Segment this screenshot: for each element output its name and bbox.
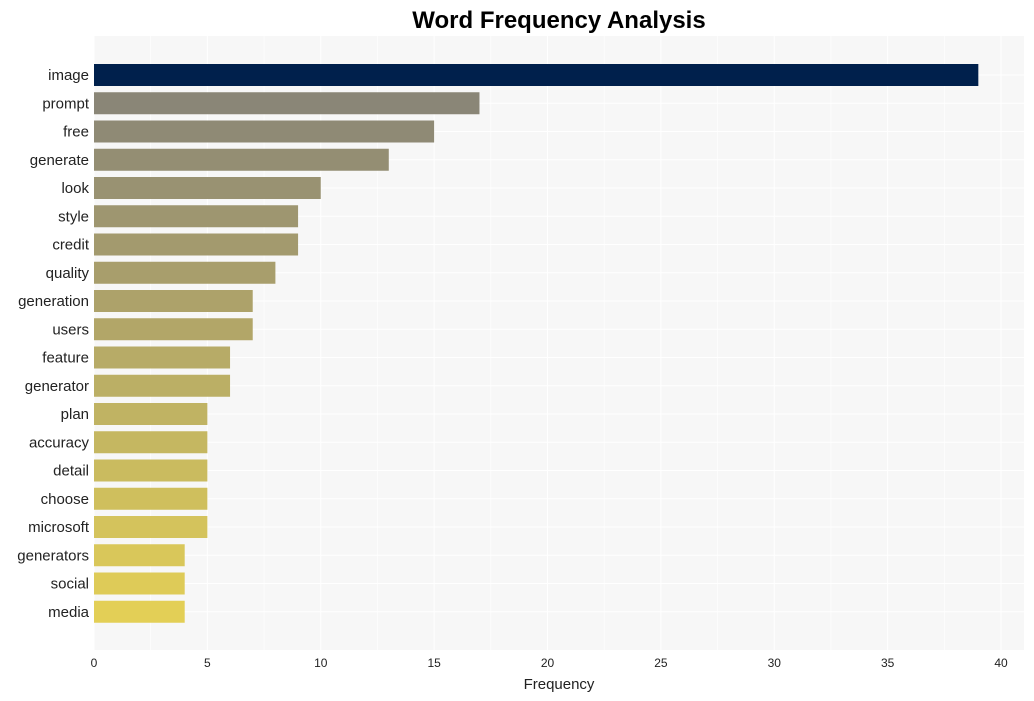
bar-social xyxy=(94,572,185,595)
y-tick-label: generator xyxy=(25,378,89,395)
y-tick-label: free xyxy=(63,124,89,141)
bar-choose xyxy=(94,487,208,510)
y-tick-label: accuracy xyxy=(29,434,90,451)
bar-style xyxy=(94,205,299,228)
y-tick-label: prompt xyxy=(42,95,90,112)
y-tick-label: quality xyxy=(46,265,90,282)
y-tick-label: generate xyxy=(30,152,89,169)
y-tick-label: image xyxy=(48,67,89,84)
y-tick-label: media xyxy=(48,604,90,621)
y-tick-label: look xyxy=(61,180,89,197)
y-tick-label: generation xyxy=(18,293,89,310)
x-tick-label: 20 xyxy=(541,656,555,670)
x-tick-label: 15 xyxy=(427,656,441,670)
x-tick-label: 25 xyxy=(654,656,668,670)
bar-image xyxy=(94,64,979,86)
bar-prompt xyxy=(94,92,480,115)
y-tick-label: style xyxy=(58,208,89,225)
bar-generators xyxy=(94,544,185,567)
x-tick-label: 35 xyxy=(881,656,895,670)
x-axis-ticks: 0 5 10 15 20 25 30 35 40 xyxy=(91,656,1008,670)
bar-generation xyxy=(94,290,253,312)
x-tick-label: 40 xyxy=(994,656,1008,670)
y-tick-label: feature xyxy=(42,350,89,367)
y-tick-label: users xyxy=(52,321,89,338)
x-axis-label: Frequency xyxy=(524,676,595,693)
bar-credit xyxy=(94,233,299,256)
x-tick-label: 5 xyxy=(204,656,211,670)
bar-microsoft xyxy=(94,516,208,538)
bar-look xyxy=(94,177,321,199)
bar-accuracy xyxy=(94,431,208,454)
bar-generate xyxy=(94,148,389,171)
bar-plan xyxy=(94,403,208,425)
y-tick-label: microsoft xyxy=(28,519,90,536)
y-tick-label: generators xyxy=(17,547,89,564)
bar-media xyxy=(94,600,185,623)
x-tick-label: 10 xyxy=(314,656,328,670)
bar-detail xyxy=(94,459,208,482)
y-axis-labels: image prompt free generate look style credit qu… xyxy=(17,67,90,621)
word-frequency-chart: image prompt free generate look style credit qu… xyxy=(17,7,1024,693)
y-tick-label: detail xyxy=(53,463,89,480)
bar-generator xyxy=(94,374,231,397)
x-tick-label: 0 xyxy=(91,656,98,670)
bar-free xyxy=(94,120,435,143)
y-tick-label: credit xyxy=(52,237,90,254)
bar-users xyxy=(94,318,253,341)
x-tick-label: 30 xyxy=(768,656,782,670)
bar-feature xyxy=(94,346,231,369)
chart-title: Word Frequency Analysis xyxy=(412,7,705,34)
y-tick-label: social xyxy=(51,576,89,593)
y-tick-label: plan xyxy=(61,406,89,423)
bar-quality xyxy=(94,261,276,284)
y-tick-label: choose xyxy=(41,491,89,508)
